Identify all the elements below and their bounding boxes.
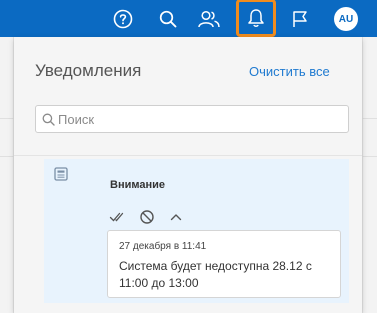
bell-icon (248, 9, 264, 27)
flag-icon (293, 10, 307, 27)
background-divider (362, 156, 377, 157)
help-button[interactable] (106, 0, 140, 37)
clear-all-button[interactable]: Очистить все (249, 64, 330, 79)
users-button[interactable] (192, 0, 226, 37)
flag-button[interactable] (283, 0, 317, 37)
notifications-panel: Уведомления Очистить все Внимание (14, 37, 362, 313)
search-icon (42, 113, 55, 126)
search-field[interactable] (35, 105, 349, 133)
check-all-icon[interactable] (109, 209, 125, 225)
notification-heading: Внимание (110, 179, 165, 191)
notification-item[interactable]: Внимание 27 декабря в 11:41 Система буде… (44, 159, 349, 303)
search-button[interactable] (151, 0, 185, 37)
user-avatar[interactable]: AU (334, 7, 358, 31)
help-icon (113, 9, 133, 28)
chevron-up-icon[interactable] (168, 209, 184, 225)
panel-title: Уведомления (35, 61, 142, 80)
top-bar: AU (0, 0, 377, 37)
notification-time: 27 декабря в 11:41 (119, 241, 207, 252)
search-icon (159, 10, 177, 27)
notification-message: Система будет недоступна 28.12 с 11:00 д… (119, 259, 312, 290)
background-page-left (0, 37, 14, 313)
search-input[interactable] (58, 110, 338, 128)
users-icon (198, 10, 220, 27)
background-page-right (362, 37, 377, 313)
panel-divider (14, 155, 362, 156)
background-divider (0, 118, 14, 119)
block-icon[interactable] (139, 209, 155, 225)
background-divider (362, 118, 377, 119)
background-divider (0, 156, 14, 157)
notification-message-box: 27 декабря в 11:41 Система будет недосту… (107, 230, 341, 298)
notifications-button[interactable] (236, 0, 276, 37)
document-icon (54, 167, 68, 181)
